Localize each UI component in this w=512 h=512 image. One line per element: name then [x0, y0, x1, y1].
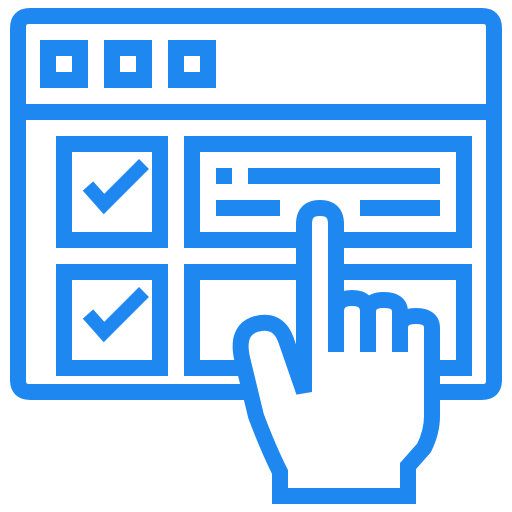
- titlebar-dot-3-icon: [168, 40, 216, 88]
- titlebar-dot-2-icon: [104, 40, 152, 88]
- panel-1-bullet-icon[interactable]: [216, 168, 232, 184]
- browser-checklist-click-icon: [9, 7, 502, 504]
- icon-canvas: [0, 0, 512, 512]
- checkmark-1-icon: [82, 159, 149, 215]
- titlebar-dot-1-icon: [40, 40, 88, 88]
- pointing-hand-icon: [232, 199, 440, 504]
- checkmark-2-icon: [82, 287, 149, 343]
